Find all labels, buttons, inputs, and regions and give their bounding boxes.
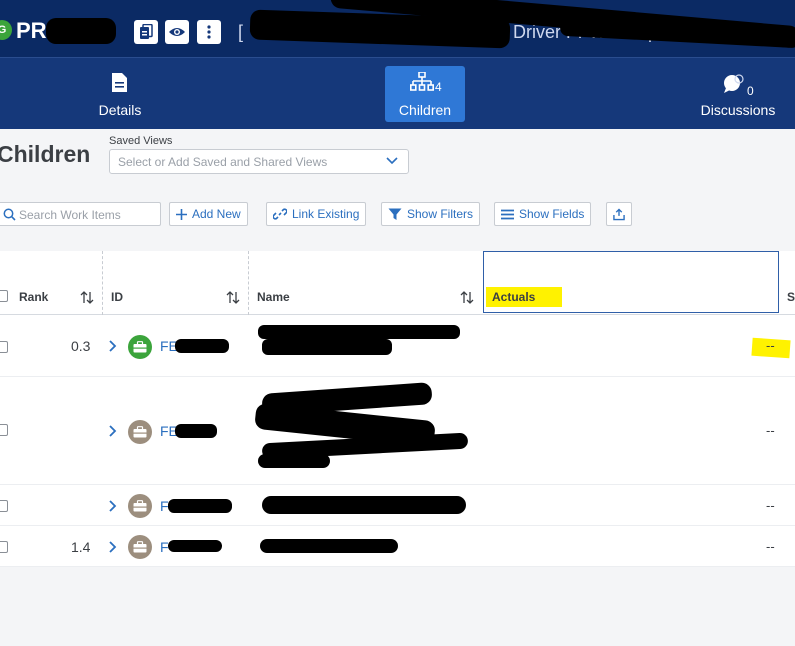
column-id[interactable]: ID	[111, 290, 123, 304]
title-bar: G PR [ Driver Pr Whi Reporting	[0, 0, 795, 57]
chevron-right-icon[interactable]	[109, 340, 117, 352]
status-badge: G	[0, 20, 12, 40]
chevron-right-icon[interactable]	[109, 425, 117, 437]
row-checkbox[interactable]	[0, 424, 8, 436]
document-icon	[112, 73, 127, 92]
tab-details[interactable]: Details	[78, 66, 162, 122]
search-placeholder: Search Work Items	[19, 208, 121, 222]
saved-views-label: Saved Views	[109, 135, 173, 147]
show-fields-label: Show Fields	[519, 207, 585, 221]
column-rank[interactable]: Rank	[19, 290, 48, 304]
tab-children[interactable]: 4 Children	[385, 66, 465, 122]
redacted-id	[168, 499, 232, 513]
children-grid: Rank ID Name Actuals S 0.3 FE -- FE -- F…	[0, 251, 795, 567]
page-title: Children	[0, 141, 91, 167]
search-input[interactable]: Search Work Items	[0, 202, 161, 226]
redacted-name	[262, 339, 392, 355]
grid-header: Rank ID Name Actuals S	[0, 251, 795, 315]
search-icon	[3, 208, 16, 221]
table-row[interactable]: 1.4 F --	[0, 527, 795, 567]
row-actuals: --	[766, 498, 775, 513]
redacted-id	[46, 18, 116, 44]
chevron-right-icon[interactable]	[109, 541, 117, 553]
column-separator[interactable]	[248, 251, 249, 315]
column-separator[interactable]	[102, 251, 103, 315]
briefcase-icon	[133, 541, 147, 553]
link-existing-button[interactable]: Link Existing	[266, 202, 367, 226]
select-all-checkbox[interactable]	[0, 290, 8, 302]
add-new-label: Add New	[192, 207, 241, 221]
briefcase-icon	[133, 426, 147, 438]
list-icon	[501, 209, 514, 219]
redacted-name	[260, 539, 398, 553]
sort-rank-icon[interactable]	[80, 291, 94, 304]
chevron-right-icon[interactable]	[109, 500, 117, 512]
row-actuals: --	[766, 338, 775, 353]
more-vertical-icon	[207, 25, 211, 39]
column-name[interactable]: Name	[257, 290, 290, 304]
tab-details-label: Details	[98, 102, 142, 118]
row-rank: 0.3	[71, 338, 91, 354]
table-row[interactable]: F --	[0, 486, 795, 526]
saved-views-select[interactable]: Select or Add Saved and Shared Views	[109, 149, 409, 174]
tab-discussions[interactable]: 0 Discussions	[692, 66, 784, 122]
column-actuals[interactable]: Actuals	[492, 290, 535, 304]
saved-views-placeholder: Select or Add Saved and Shared Views	[118, 155, 328, 169]
tab-children-label: Children	[398, 102, 452, 118]
table-row[interactable]: 0.3 FE --	[0, 317, 795, 377]
redacted-name	[262, 496, 466, 514]
row-rank: 1.4	[71, 539, 91, 555]
redacted-id	[168, 540, 222, 552]
table-row[interactable]: FE --	[0, 378, 795, 485]
show-fields-button[interactable]: Show Fields	[494, 202, 592, 226]
chevron-down-icon	[386, 157, 398, 165]
tab-discussions-label: Discussions	[700, 102, 776, 118]
row-checkbox[interactable]	[0, 341, 8, 353]
show-filters-label: Show Filters	[407, 207, 474, 221]
feature-icon	[128, 535, 152, 559]
feature-icon	[128, 335, 152, 359]
filter-icon	[388, 208, 402, 220]
page: G PR [ Driver Pr Whi Reporting Details	[0, 0, 795, 646]
export-button[interactable]	[606, 202, 632, 226]
link-existing-label: Link Existing	[292, 207, 360, 221]
sort-id-icon[interactable]	[226, 291, 240, 304]
copy-button[interactable]	[134, 20, 158, 44]
children-panel: Children Saved Views Select or Add Saved…	[0, 129, 795, 646]
more-actions-button[interactable]	[197, 20, 221, 44]
redacted-id	[175, 424, 217, 438]
copy-icon	[140, 24, 153, 39]
title-fragment: [	[238, 22, 244, 42]
redacted-id	[175, 339, 229, 353]
redacted-name	[258, 325, 460, 339]
row-actuals: --	[766, 423, 775, 438]
export-icon	[613, 207, 625, 220]
show-filters-button[interactable]: Show Filters	[381, 202, 481, 226]
hierarchy-icon	[410, 72, 434, 91]
plus-icon	[176, 208, 187, 220]
work-item-prefix: PR	[16, 18, 47, 43]
add-new-button[interactable]: Add New	[169, 202, 248, 226]
redacted-name	[258, 454, 330, 468]
sort-name-icon[interactable]	[460, 291, 474, 304]
row-checkbox[interactable]	[0, 500, 8, 512]
briefcase-icon	[133, 341, 147, 353]
link-icon	[273, 208, 287, 220]
watch-button[interactable]	[165, 20, 189, 44]
feature-icon	[128, 420, 152, 444]
column-next[interactable]: S	[787, 290, 795, 304]
eye-icon	[169, 28, 185, 36]
discussions-count: 0	[747, 84, 754, 98]
chat-bubble-icon	[724, 74, 744, 93]
feature-icon	[128, 494, 152, 518]
briefcase-icon	[133, 500, 147, 512]
row-checkbox[interactable]	[0, 541, 8, 553]
row-actuals: --	[766, 539, 775, 554]
tab-bar: Details 4 Children 0 Discussions	[0, 57, 795, 129]
children-count: 4	[435, 80, 442, 94]
